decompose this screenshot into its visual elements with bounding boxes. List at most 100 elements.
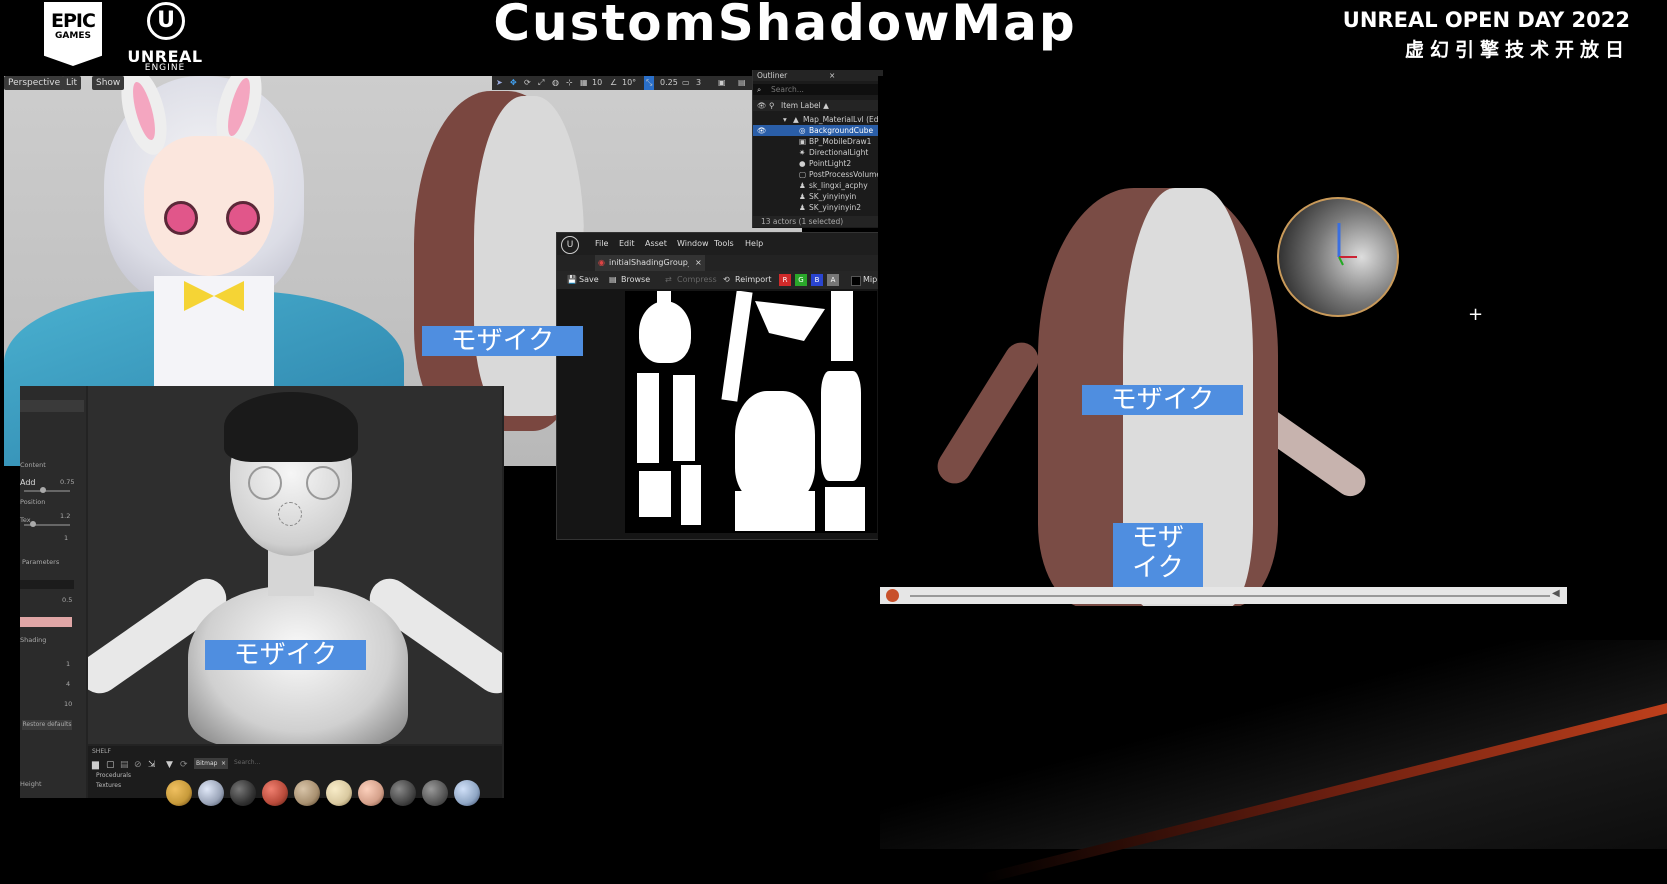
refresh-icon[interactable]: ⟳ [180, 760, 188, 770]
perspective-button[interactable]: Perspective [4, 76, 65, 90]
expand-arrow-icon[interactable]: ▾ [783, 114, 787, 125]
outliner-row[interactable]: ✷ DirectionalLight [753, 147, 879, 158]
menu-item-edit[interactable]: Edit [619, 233, 635, 255]
property-value[interactable]: 1 [66, 660, 70, 668]
scale-snap-value[interactable]: 0.25 [660, 76, 678, 90]
material-ball[interactable] [198, 780, 224, 806]
asset-tab[interactable]: ◉ initialShadingGroup_Ba... × [595, 255, 705, 271]
property-value[interactable]: 1 [64, 534, 68, 542]
color-swatch[interactable] [20, 617, 72, 627]
folder-icon[interactable]: ▆ [92, 760, 99, 770]
outliner-row-selected[interactable]: 👁 ◎ BackgroundCube [753, 125, 879, 136]
shelf-folder[interactable]: Textures [96, 782, 121, 789]
texture-icon: ◉ [598, 258, 605, 267]
visibility-icon[interactable]: 👁 [757, 125, 767, 136]
browse-button[interactable]: Browse [621, 271, 650, 289]
menu-item-window[interactable]: Window [677, 233, 709, 255]
save-button[interactable]: Save [579, 271, 599, 289]
channel-a-toggle[interactable]: A [827, 274, 839, 286]
show-button[interactable]: Show [92, 76, 125, 90]
outliner-row[interactable]: ● PointLight2 [753, 158, 879, 169]
slider-handle[interactable] [30, 521, 36, 527]
maximize-icon[interactable]: ▣ [718, 76, 726, 90]
select-tool-icon[interactable]: ➤ [496, 76, 503, 90]
property-slider[interactable] [24, 490, 70, 492]
mip-checkbox[interactable] [851, 276, 861, 286]
scale-snap-icon[interactable]: ⤡ [644, 76, 655, 90]
shadow-texture-preview[interactable] [625, 291, 877, 533]
layout-icon[interactable]: ▤ [738, 76, 746, 90]
rotate-tool-icon[interactable]: ⟳ [524, 76, 531, 90]
lit-button[interactable]: Lit [62, 76, 82, 90]
menu-item-file[interactable]: File [595, 233, 608, 255]
filter-icon[interactable]: ▼ [166, 760, 173, 770]
material-preview-viewport[interactable] [88, 386, 502, 744]
grid-snap-icon[interactable]: ▦ [580, 76, 588, 90]
search-icon: ⌕ [757, 85, 762, 94]
volume-icon[interactable]: ◀ [1552, 588, 1560, 599]
hide-icon[interactable]: ⊘ [134, 760, 142, 770]
dropdown[interactable] [20, 580, 74, 589]
material-ball[interactable] [390, 780, 416, 806]
shelf-search-input[interactable]: Search... [234, 759, 260, 766]
world-icon[interactable]: ◍ [552, 76, 559, 90]
light-direction-gizmo[interactable] [1277, 197, 1399, 317]
channel-r-toggle[interactable]: R [779, 274, 791, 286]
camera-speed-value[interactable]: 3 [696, 76, 701, 90]
outliner-row[interactable]: ▣ BP_MobileDraw1 [753, 136, 879, 147]
property-value[interactable]: 0.75 [60, 478, 74, 486]
material-ball[interactable] [230, 780, 256, 806]
play-icon[interactable] [886, 589, 899, 602]
search-tag[interactable]: Bitmap × [194, 758, 228, 769]
material-ball[interactable] [166, 780, 192, 806]
property-value[interactable]: 4 [66, 680, 70, 688]
outliner-row[interactable]: ♟ sk_lingxi_acphy [753, 180, 879, 191]
channel-b-toggle[interactable]: B [811, 274, 823, 286]
media-timeline-bar[interactable]: ◀ [880, 587, 1567, 604]
timeline-track[interactable] [910, 595, 1550, 597]
material-ball[interactable] [358, 780, 384, 806]
outliner-tab[interactable]: Outliner × [753, 70, 883, 81]
restore-defaults-button[interactable]: Restore defaults [22, 720, 72, 730]
channel-g-toggle[interactable]: G [795, 274, 807, 286]
scale-tool-icon[interactable]: ⤢ [538, 76, 544, 90]
material-ball[interactable] [294, 780, 320, 806]
actor-icon: ◎ [799, 126, 806, 135]
reimport-button[interactable]: Reimport [735, 271, 772, 289]
material-ball[interactable] [422, 780, 448, 806]
menu-item-tools[interactable]: Tools [714, 233, 734, 255]
grid-snap-value[interactable]: 10 [592, 76, 602, 90]
new-folder-icon[interactable]: ▢ [106, 760, 115, 770]
rotate-snap-value[interactable]: 10° [622, 76, 636, 90]
surface-snap-icon[interactable]: ⊹ [566, 76, 573, 90]
game-preview-viewport[interactable]: + [878, 76, 1567, 606]
shelf-folder[interactable]: Procedurals [96, 772, 131, 779]
property-value[interactable]: 0.5 [62, 596, 72, 604]
outliner-row[interactable]: ▢ PostProcessVolume [753, 169, 879, 180]
menu-item-asset[interactable]: Asset [645, 233, 667, 255]
camera-speed-icon[interactable]: ▭ [682, 76, 690, 90]
material-ball[interactable] [454, 780, 480, 806]
material-ball[interactable] [326, 780, 352, 806]
property-value[interactable]: 1.2 [60, 512, 70, 520]
outliner-item-label: sk_lingxi_acphy [809, 181, 868, 190]
compress-button[interactable]: Compress [677, 271, 717, 289]
outliner-column-header[interactable]: 👁 ⚲ Item Label ▲ [753, 100, 879, 111]
menu-item-help[interactable]: Help [745, 233, 763, 255]
outliner-row[interactable]: ♟ SK_yinyinyin2 [753, 202, 879, 213]
import-icon[interactable]: ⇲ [148, 760, 156, 770]
property-search-input[interactable] [20, 400, 84, 412]
delete-icon[interactable]: ▤ [120, 760, 129, 770]
outliner-search-input[interactable]: ⌕ Search... [753, 84, 879, 95]
outliner-row[interactable]: ▾ ▲ Map_MaterialLvl (Editor) [753, 114, 879, 125]
material-ball[interactable] [262, 780, 288, 806]
texture-island [721, 291, 753, 402]
outliner-row[interactable]: ♟ SK_yinyinyin [753, 191, 879, 202]
slider-handle[interactable] [40, 487, 46, 493]
close-icon[interactable]: × [829, 70, 835, 81]
move-tool-icon[interactable]: ✥ [510, 76, 517, 90]
property-value[interactable]: 10 [64, 700, 72, 708]
rotate-snap-icon[interactable]: ∠ [610, 76, 617, 90]
close-icon[interactable]: × [221, 758, 226, 769]
close-icon[interactable]: × [695, 255, 702, 271]
